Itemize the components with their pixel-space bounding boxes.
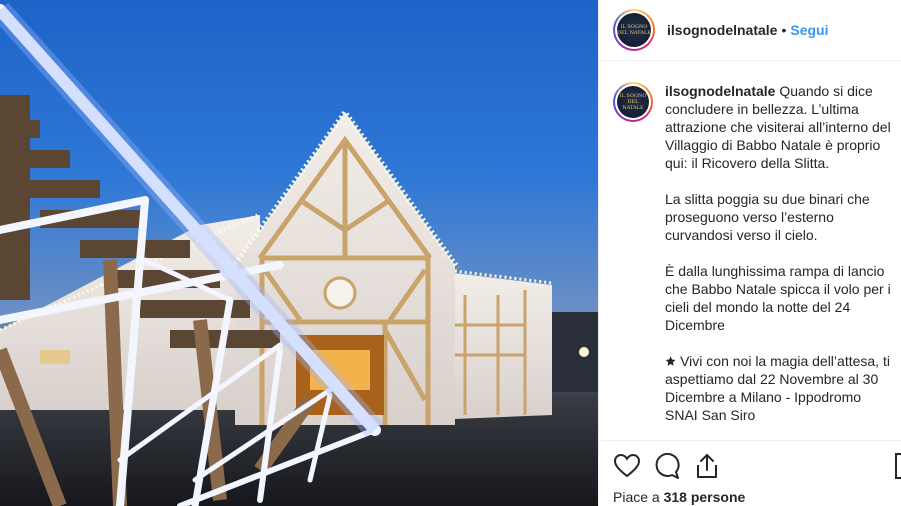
post-actions: Piace a 318 persone — [599, 440, 901, 506]
avatar-logo-line2: DEL NATALE — [617, 30, 651, 36]
caption-avatar[interactable]: IL SOGNO DEL NATALE — [613, 82, 653, 122]
bookmark-icon[interactable] — [895, 453, 901, 479]
caption-paragraph: È dalla lunghissima rampa di lancio che … — [665, 263, 891, 333]
follow-button[interactable]: Segui — [790, 22, 828, 38]
post-header: IL SOGNO DEL NATALE ilsognodelnatale • S… — [599, 0, 901, 61]
post-photo[interactable] — [0, 0, 598, 506]
heart-icon[interactable] — [613, 452, 641, 480]
comments-section[interactable]: IL SOGNO DEL NATALE ilsognodelnatale Qua… — [599, 62, 901, 440]
header-username[interactable]: ilsognodelnatale — [667, 22, 777, 38]
avatar-logo: IL SOGNO DEL NATALE — [617, 13, 651, 47]
caption-username[interactable]: ilsognodelnatale — [665, 83, 775, 99]
comment-icon[interactable] — [653, 452, 681, 480]
caption-paragraph: 🟊 Vivi con noi la magia dell’attesa, ti … — [665, 353, 890, 423]
share-icon[interactable] — [693, 452, 721, 480]
photo-illustration — [0, 2, 598, 506]
profile-avatar[interactable]: IL SOGNO DEL NATALE — [613, 9, 655, 51]
caption-comment: IL SOGNO DEL NATALE ilsognodelnatale Qua… — [613, 82, 893, 440]
header-separator: • — [781, 22, 787, 38]
caption-paragraph: La slitta poggia su due binari che prose… — [665, 191, 870, 243]
post-sidebar: IL SOGNO DEL NATALE ilsognodelnatale • S… — [598, 0, 901, 506]
likes-count[interactable]: Piace a 318 persone — [613, 489, 887, 505]
likes-prefix: Piace a — [613, 489, 664, 505]
caption-paragraph: ilsognodelnatale Quando si dice conclude… — [665, 83, 891, 171]
caption-text: ilsognodelnatale Quando si dice conclude… — [665, 82, 893, 440]
likes-number[interactable]: 318 persone — [664, 489, 746, 505]
avatar-logo: IL SOGNO DEL NATALE — [617, 86, 649, 118]
action-icons — [613, 451, 887, 481]
avatar-logo-line2: DEL NATALE — [622, 99, 644, 111]
